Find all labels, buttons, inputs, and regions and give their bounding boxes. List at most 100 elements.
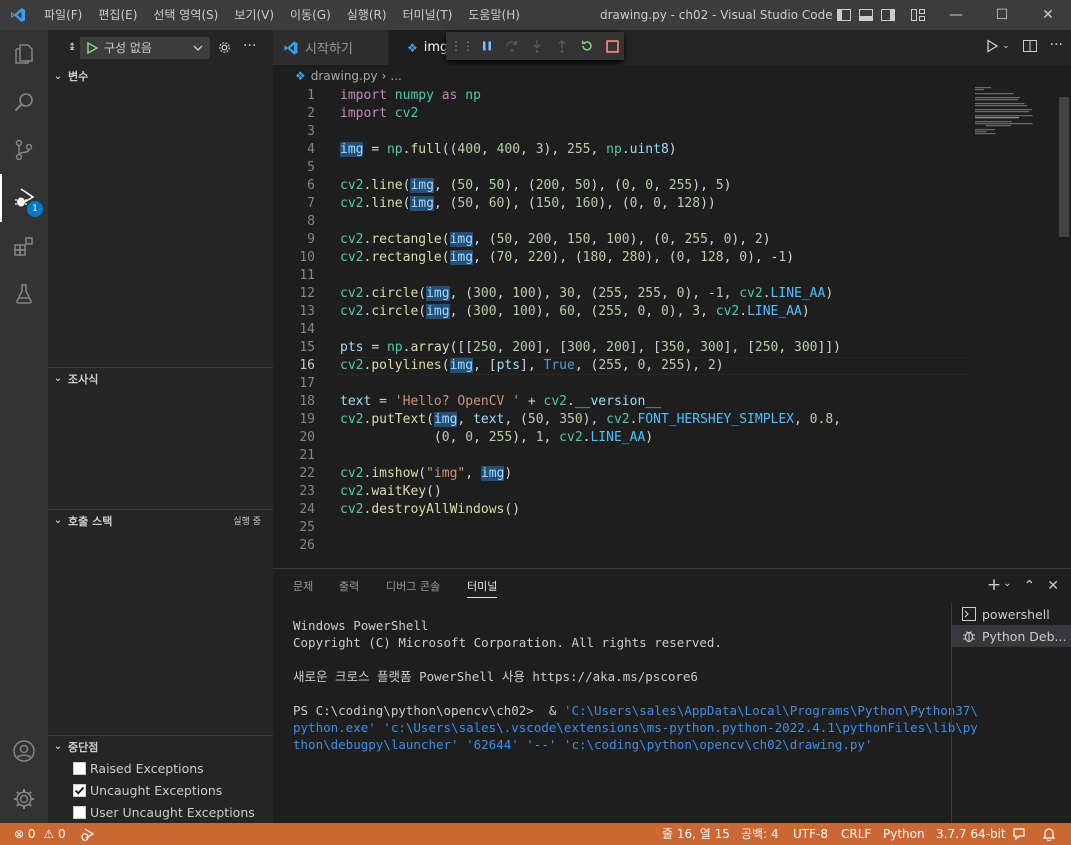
code-line[interactable]: 24 cv2.destroyAllWindows()	[273, 501, 973, 519]
testing-icon[interactable]	[0, 270, 48, 318]
toggle-panel-icon[interactable]	[858, 7, 874, 23]
code-line[interactable]: 19 cv2.putText(img, text, (50, 350), cv2.…	[273, 411, 973, 429]
breakpoint-user-uncaught-exceptions[interactable]: User Uncaught Exceptions	[73, 801, 255, 823]
callstack-section-header[interactable]: ⌄ 호출 스택 실행 중	[48, 509, 273, 531]
chevron-down-icon[interactable]: ⌄	[1003, 578, 1011, 594]
tab-problems[interactable]: 문제	[293, 569, 313, 604]
more-actions-icon[interactable]: ···	[243, 38, 256, 54]
stop-icon[interactable]	[604, 38, 620, 54]
settings-gear-icon[interactable]	[0, 775, 48, 823]
menu-item[interactable]: 편집(E)	[90, 0, 145, 30]
editor-scrollbar[interactable]	[1057, 97, 1071, 237]
code-line[interactable]: 21	[273, 447, 973, 465]
code-line[interactable]: 8	[273, 213, 973, 231]
terminal-item-python-debug[interactable]: Python Deb...	[952, 625, 1071, 647]
more-actions-icon[interactable]: ···	[1050, 38, 1063, 54]
raised-exceptions-checkbox[interactable]	[73, 761, 86, 775]
user-uncaught-exceptions-checkbox[interactable]	[73, 805, 86, 819]
tab-terminal[interactable]: 터미널	[467, 569, 498, 604]
step-into-icon[interactable]	[529, 38, 545, 54]
add-terminal-icon[interactable]: +	[987, 577, 1001, 594]
end-of-line[interactable]: CRLF	[841, 823, 871, 845]
search-icon[interactable]	[0, 78, 48, 126]
tab-output[interactable]: 출력	[339, 569, 359, 604]
chevron-down-icon[interactable]: ⌄	[1002, 38, 1010, 54]
code-line[interactable]: 16 cv2.polylines(img, [pts], True, (255, …	[273, 357, 973, 375]
uncaught-exceptions-checkbox[interactable]	[73, 783, 86, 797]
toggle-sidebar-icon[interactable]	[836, 7, 852, 23]
variables-section-header[interactable]: ⌄ 변수	[48, 65, 273, 87]
code-line[interactable]: 9 cv2.rectangle(img, (50, 200, 150, 100),…	[273, 231, 973, 249]
drag-handle-icon[interactable]: ⋮⋮	[450, 38, 474, 54]
split-editor-icon[interactable]	[1022, 38, 1038, 54]
code-line[interactable]: 4 img = np.full((400, 400, 3), 255, np.ui…	[273, 141, 973, 159]
code-line[interactable]: 26	[273, 537, 973, 555]
menu-item[interactable]: 실행(R)	[339, 0, 395, 30]
code-line[interactable]: 23 cv2.waitKey()	[273, 483, 973, 501]
debug-settings-gear-icon[interactable]	[217, 40, 232, 55]
code-line[interactable]: 11	[273, 267, 973, 285]
toggle-secondary-sidebar-icon[interactable]	[880, 7, 896, 23]
restart-icon[interactable]	[579, 38, 595, 54]
terminal-output[interactable]: Windows PowerShell Copyright (C) Microsof…	[293, 617, 978, 753]
terminal-item-powershell[interactable]: powershell	[952, 603, 1071, 625]
tab-debug-console[interactable]: 디버그 콘솔	[386, 569, 440, 604]
explorer-icon[interactable]	[0, 30, 48, 78]
extensions-icon[interactable]	[0, 222, 48, 270]
menu-item[interactable]: 터미널(T)	[395, 0, 461, 30]
code-line[interactable]: 6 cv2.line(img, (50, 50), (200, 50), (0, …	[273, 177, 973, 195]
breakpoint-raised-exceptions[interactable]: Raised Exceptions	[73, 757, 204, 779]
tab-getting-started[interactable]: 시작하기	[273, 30, 388, 65]
source-control-icon[interactable]	[0, 126, 48, 174]
maximize-panel-icon[interactable]: ⌃	[1024, 578, 1036, 594]
code-line[interactable]: 15 pts = np.array([[250, 200], [300, 200]…	[273, 339, 973, 357]
breadcrumb-more[interactable]: ...	[390, 69, 401, 83]
cursor-position[interactable]: 줄 16, 열 15	[662, 823, 730, 845]
accounts-icon[interactable]	[0, 727, 48, 775]
code-line[interactable]: 12 cv2.circle(img, (300, 100), 30, (255, …	[273, 285, 973, 303]
code-line[interactable]: 7 cv2.line(img, (50, 60), (150, 160), (0,…	[273, 195, 973, 213]
code-line[interactable]: 25	[273, 519, 973, 537]
menu-item[interactable]: 이동(G)	[282, 0, 339, 30]
breadcrumb-file[interactable]: drawing.py	[311, 69, 378, 83]
menu-item[interactable]: 파일(F)	[36, 0, 90, 30]
breakpoint-uncaught-exceptions[interactable]: Uncaught Exceptions	[73, 779, 222, 801]
code-line[interactable]: 2 import cv2	[273, 105, 973, 123]
code-line[interactable]: 14	[273, 321, 973, 339]
python-interpreter[interactable]: 3.7.7 64-bit	[936, 823, 1006, 845]
debug-status-icon[interactable]	[80, 823, 96, 845]
code-line[interactable]: 1 import numpy as np	[273, 87, 973, 105]
problems-status[interactable]: ⊗ 0 ⚠ 0	[14, 823, 66, 845]
code-editor[interactable]: 1 import numpy as np 2 import cv2 3 4 img = np…	[273, 87, 1071, 567]
minimap[interactable]	[973, 87, 1061, 147]
code-line[interactable]: 22 cv2.imshow("img", img)	[273, 465, 973, 483]
code-line[interactable]: 10 cv2.rectangle(img, (70, 220), (180, 28…	[273, 249, 973, 267]
start-debug-icon[interactable]: ↨	[68, 42, 76, 53]
code-line[interactable]: 3	[273, 123, 973, 141]
step-out-icon[interactable]	[554, 38, 570, 54]
minimize-button[interactable]: —	[933, 0, 979, 30]
code-line[interactable]: 20 (0, 0, 255), 1, cv2.LINE_AA)	[273, 429, 973, 447]
code-line[interactable]: 13 cv2.circle(img, (300, 100), 60, (255, …	[273, 303, 973, 321]
menu-item[interactable]: 선택 영역(S)	[145, 0, 226, 30]
close-window-button[interactable]: ✕	[1025, 0, 1071, 30]
maximize-button[interactable]: ☐	[979, 0, 1025, 30]
encoding[interactable]: UTF-8	[793, 823, 828, 845]
notifications-bell-icon[interactable]	[1042, 823, 1056, 845]
breakpoints-section-header[interactable]: ⌄ 중단점	[48, 735, 273, 757]
code-line[interactable]: 5	[273, 159, 973, 177]
indentation[interactable]: 공백: 4	[741, 823, 779, 845]
code-line[interactable]: 18 text = 'Hello? OpenCV ' + cv2.__versio…	[273, 393, 973, 411]
pause-icon[interactable]	[479, 38, 495, 54]
customize-layout-icon[interactable]	[910, 7, 926, 23]
menu-item[interactable]: 도움말(H)	[460, 0, 528, 30]
step-over-icon[interactable]	[504, 38, 520, 54]
debug-config-select[interactable]: 구성 없음	[80, 36, 210, 59]
close-panel-icon[interactable]: ✕	[1047, 578, 1059, 594]
watch-section-header[interactable]: ⌄ 조사식	[48, 367, 273, 389]
menu-item[interactable]: 보기(V)	[226, 0, 282, 30]
feedback-icon[interactable]	[1012, 823, 1026, 845]
run-file-icon[interactable]	[984, 38, 1000, 54]
code-line[interactable]: 17	[273, 375, 973, 393]
run-debug-icon[interactable]: 1	[0, 174, 48, 222]
